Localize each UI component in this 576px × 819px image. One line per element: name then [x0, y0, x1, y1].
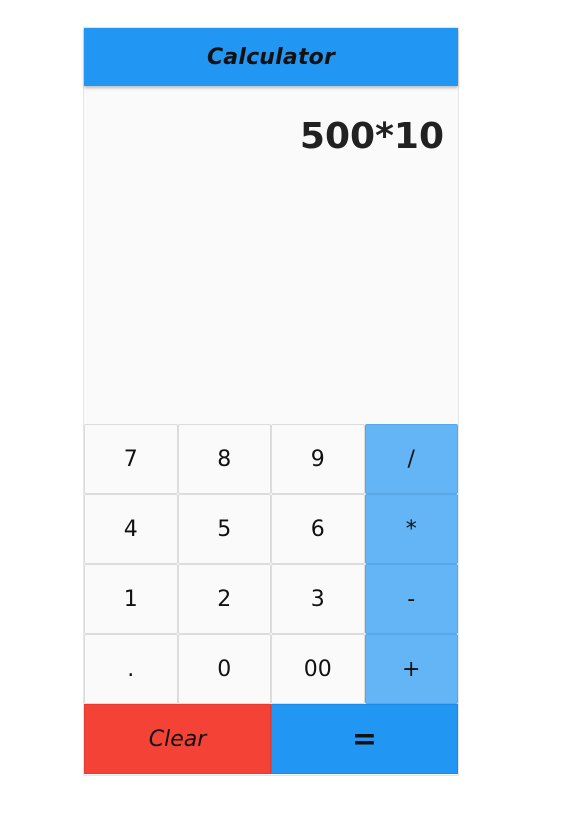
key-00[interactable]: 00: [271, 634, 365, 704]
keypad: 7 8 9 / 4 5 6 * 1 2 3 - . 0 00 +: [84, 424, 458, 704]
display-area: 500*10: [84, 86, 458, 424]
key-add[interactable]: +: [364, 634, 458, 704]
key-9[interactable]: 9: [271, 424, 365, 494]
key-4[interactable]: 4: [84, 494, 178, 564]
equals-button[interactable]: =: [271, 704, 458, 774]
calculator-app: Calculator 500*10 7 8 9 / 4 5 6 * 1 2 3 …: [84, 28, 458, 775]
app-title: Calculator: [206, 44, 336, 70]
key-divide[interactable]: /: [364, 424, 458, 494]
key-6[interactable]: 6: [271, 494, 365, 564]
key-7[interactable]: 7: [84, 424, 178, 494]
key-2[interactable]: 2: [177, 564, 271, 634]
app-bar: Calculator: [84, 28, 458, 86]
display-expression: 500*10: [299, 116, 444, 157]
key-1[interactable]: 1: [84, 564, 178, 634]
key-5[interactable]: 5: [177, 494, 271, 564]
action-row: Clear =: [84, 704, 458, 774]
key-decimal[interactable]: .: [84, 634, 178, 704]
key-subtract[interactable]: -: [364, 564, 458, 634]
key-8[interactable]: 8: [177, 424, 271, 494]
key-multiply[interactable]: *: [364, 494, 458, 564]
key-0[interactable]: 0: [177, 634, 271, 704]
key-3[interactable]: 3: [271, 564, 365, 634]
clear-button[interactable]: Clear: [84, 704, 271, 774]
